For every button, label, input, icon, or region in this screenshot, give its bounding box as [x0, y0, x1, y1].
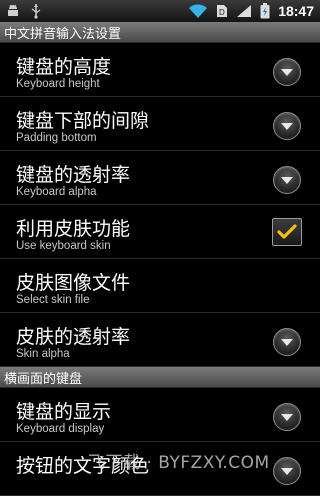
dropdown-button[interactable]	[273, 58, 301, 86]
setting-select-skin-file[interactable]: 皮肤图像文件 Select skin file	[0, 259, 320, 313]
chevron-down-icon	[281, 177, 293, 184]
svg-text:D: D	[219, 8, 225, 17]
setting-padding-bottom[interactable]: 键盘下部的间隙 Padding bottom	[0, 97, 320, 151]
setting-skin-alpha[interactable]: 皮肤的透射率 Skin alpha	[0, 313, 320, 367]
setting-use-keyboard-skin[interactable]: 利用皮肤功能 Use keyboard skin	[0, 205, 320, 259]
dropdown-button[interactable]	[273, 112, 301, 140]
dropdown-button[interactable]	[273, 166, 301, 194]
setting-keyboard-alpha[interactable]: 键盘的透射率 Keyboard alpha	[0, 151, 320, 205]
clock-time: 18:47	[278, 3, 314, 19]
checkmark-icon	[277, 224, 297, 239]
setting-subtitle: Keyboard display	[16, 423, 105, 435]
chevron-down-icon	[281, 69, 293, 76]
section-header-landscape: 横画面的键盘	[0, 367, 320, 388]
android-debug-icon	[8, 4, 18, 16]
setting-keyboard-display[interactable]: 键盘的显示 Keyboard display	[0, 388, 320, 442]
section-title: 横画面的键盘	[4, 372, 83, 387]
setting-subtitle: Keyboard height	[16, 78, 100, 90]
setting-subtitle: Padding bottom	[16, 132, 97, 144]
setting-title: 键盘下部的间隙	[16, 110, 150, 132]
title-bar: 中文拼音输入法设置	[0, 22, 320, 43]
setting-title: 键盘的显示	[16, 401, 112, 423]
battery-charging-icon	[260, 3, 270, 19]
setting-keyboard-height[interactable]: 键盘的高度 Keyboard height	[0, 43, 320, 97]
setting-subtitle: Use keyboard skin	[16, 240, 111, 252]
settings-list: 键盘的高度 Keyboard height 键盘下部的间隙 Padding bo…	[0, 43, 320, 496]
setting-subtitle: Keyboard alpha	[16, 186, 97, 198]
setting-title: 利用皮肤功能	[16, 218, 131, 240]
dropdown-button[interactable]	[273, 328, 301, 356]
wifi-icon	[189, 4, 208, 18]
status-bar: D 18:47	[0, 0, 320, 23]
sd-card-icon: D	[217, 5, 228, 17]
dropdown-button[interactable]	[273, 457, 301, 485]
watermark-text: 飞下载 · BYFZXY.COM	[88, 453, 270, 473]
setting-title: 键盘的透射率	[16, 164, 131, 186]
page-title: 中文拼音输入法设置	[4, 27, 122, 42]
dropdown-button[interactable]	[273, 403, 301, 431]
chevron-down-icon	[281, 414, 293, 421]
setting-title: 皮肤图像文件	[16, 272, 131, 294]
usb-icon	[31, 4, 41, 19]
setting-subtitle: Skin alpha	[16, 348, 70, 360]
setting-title: 皮肤的透射率	[16, 326, 131, 348]
chevron-down-icon	[281, 123, 293, 130]
use-skin-checkbox[interactable]	[272, 218, 302, 246]
setting-subtitle: Select skin file	[16, 294, 90, 306]
setting-title: 键盘的高度	[16, 56, 112, 78]
signal-icon	[237, 5, 252, 17]
chevron-down-icon	[281, 339, 293, 346]
chevron-down-icon	[281, 468, 293, 475]
